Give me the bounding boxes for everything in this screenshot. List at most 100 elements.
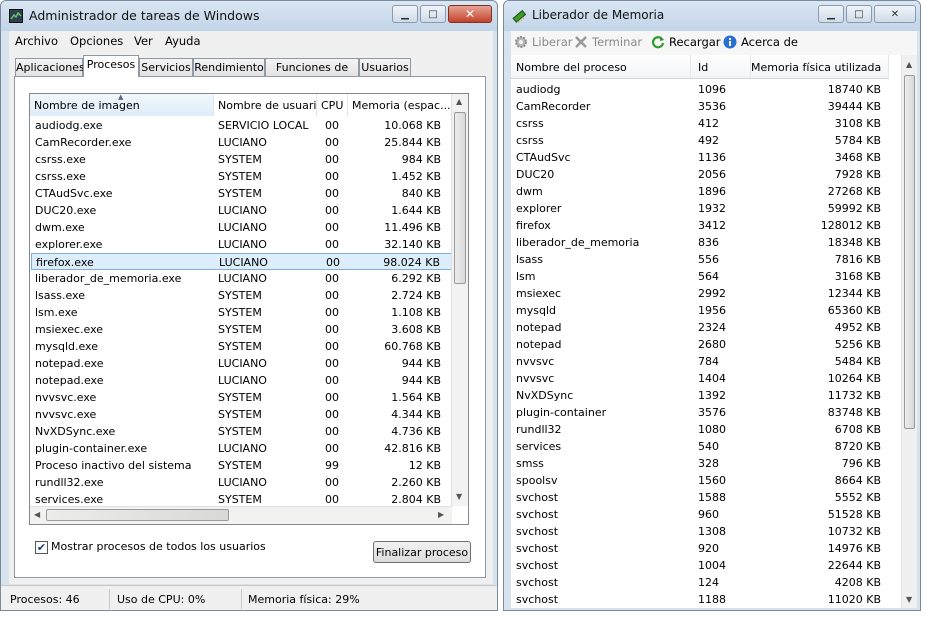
list-item[interactable]: svchost 1188 11020 KB [511,591,903,608]
table-row[interactable]: liberador_de_memoria.exe LUCIANO 00 6.292 K… [31,270,452,287]
list-item[interactable]: audiodg 1096 18740 KB [511,81,903,98]
maximize-button[interactable]: □ [420,5,446,23]
menu-ayuda[interactable]: Ayuda [165,34,201,48]
terminar-button[interactable]: Terminar [574,35,642,49]
tab-funciones-de-red[interactable]: Funciones de red [265,58,359,87]
list-item[interactable]: nvvsvc 784 5484 KB [511,353,903,370]
scroll-thumb[interactable] [454,112,466,284]
list-item[interactable]: lsm 564 3168 KB [511,268,903,285]
list-item[interactable]: notepad 2680 5256 KB [511,336,903,353]
show-all-users-checkbox[interactable]: ✔ [35,541,48,554]
tab-aplicaciones[interactable]: Aplicaciones [15,58,85,76]
column-header-image-name[interactable]: ▲ Nombre de imagen [30,94,214,116]
list-item[interactable]: rundll32 1080 6708 KB [511,421,903,438]
scroll-right-icon[interactable]: ▶ [438,510,444,519]
list-item[interactable]: liberador_de_memoria 836 18348 KB [511,234,903,251]
table-row[interactable]: lsm.exe SYSTEM 00 1.108 KB [31,304,452,321]
list-item[interactable]: notepad 2324 4952 KB [511,319,903,336]
list-item[interactable]: svchost 960 51528 KB [511,506,903,523]
table-row[interactable]: firefox.exe LUCIANO 00 98.024 KB [31,253,452,270]
column-header-process-name[interactable]: Nombre del proceso [511,55,691,79]
list-item[interactable]: svchost 124 4208 KB [511,574,903,591]
tab-servicios[interactable]: Servicios [139,58,193,76]
list-item[interactable]: dwm 1896 27268 KB [511,183,903,200]
table-row[interactable]: audiodg.exe SERVICIO LOCAL 00 10.068 KB [31,117,452,134]
minimize-button[interactable]: ▁ [818,5,844,23]
menu-archivo[interactable]: Archivo [15,34,58,48]
list-item[interactable]: mysqld 1956 65360 KB [511,302,903,319]
table-row[interactable]: nvvsvc.exe SYSTEM 00 4.344 KB [31,406,452,423]
list-item[interactable]: CamRecorder 3536 39444 KB [511,98,903,115]
table-row[interactable]: csrss.exe SYSTEM 00 1.452 KB [31,168,452,185]
list-item[interactable]: svchost 920 14976 KB [511,540,903,557]
list-item[interactable]: msiexec 2992 12344 KB [511,285,903,302]
column-header-cpu[interactable]: CPU [317,94,348,116]
list-item[interactable]: explorer 1932 59992 KB [511,200,903,217]
list-item[interactable]: lsass 556 7816 KB [511,251,903,268]
vertical-scrollbar[interactable]: ▲ ▼ [451,94,468,506]
scroll-down-icon[interactable]: ▼ [906,595,912,604]
scroll-down-icon[interactable]: ▼ [456,492,462,501]
table-row[interactable]: Proceso inactivo del sistema SYSTEM 99 12 K… [31,457,452,474]
hscroll-thumb[interactable] [46,509,229,521]
list-item[interactable]: DUC20 2056 7928 KB [511,166,903,183]
horizontal-scrollbar[interactable]: ◀ ▶ [30,506,452,524]
recargar-button[interactable]: Recargar [651,35,721,49]
table-row[interactable]: nvvsvc.exe SYSTEM 00 1.564 KB [31,389,452,406]
close-button[interactable]: ✕ [874,5,916,23]
list-item[interactable]: svchost 1588 5552 KB [511,489,903,506]
list-item[interactable]: NvXDSync 1392 11732 KB [511,387,903,404]
table-row[interactable]: lsass.exe SYSTEM 00 2.724 KB [31,287,452,304]
process-listview[interactable]: Nombre del proceso Id Memoria física uti… [511,55,917,608]
scroll-up-icon[interactable]: ▲ [906,60,912,69]
column-header-id[interactable]: Id [691,55,751,79]
cell-image-name: mysqld.exe [35,340,98,353]
close-button[interactable]: ✕ [448,5,492,23]
scroll-thumb[interactable] [904,75,915,429]
acerca-de-button[interactable]: Acerca de [723,35,798,49]
liberar-button[interactable]: Liberar [514,35,572,49]
list-item[interactable]: nvvsvc 1404 10264 KB [511,370,903,387]
column-header-user-name[interactable]: Nombre de usuario [214,94,317,116]
table-row[interactable]: CTAudSvc.exe SYSTEM 00 840 KB [31,185,452,202]
table-row[interactable]: explorer.exe LUCIANO 00 32.140 KB [31,236,452,253]
list-item[interactable]: csrss 412 3108 KB [511,115,903,132]
scroll-left-icon[interactable]: ◀ [34,510,40,519]
cell-id: 1896 [698,185,726,198]
list-item[interactable]: CTAudSvc 1136 3468 KB [511,149,903,166]
table-row[interactable]: DUC20.exe LUCIANO 00 1.644 KB [31,202,452,219]
process-list[interactable]: ▲ Nombre de imagen Nombre de usuario CPU… [29,93,469,525]
vertical-scrollbar[interactable]: ▲ ▼ [901,55,917,608]
table-row[interactable]: csrss.exe SYSTEM 00 984 KB [31,151,452,168]
table-row[interactable]: mysqld.exe SYSTEM 00 60.768 KB [31,338,452,355]
title-bar[interactable]: Liberador de Memoria ▁ □ ✕ [504,1,920,31]
end-process-button[interactable]: Finalizar proceso [373,541,471,563]
menu-opciones[interactable]: Opciones [70,34,123,48]
table-row[interactable]: plugin-container.exe LUCIANO 00 42.816 KB [31,440,452,457]
table-row[interactable]: CamRecorder.exe LUCIANO 00 25.844 KB [31,134,452,151]
list-item[interactable]: services 540 8720 KB [511,438,903,455]
table-row[interactable]: rundll32.exe LUCIANO 00 2.260 KB [31,474,452,491]
title-bar[interactable]: Administrador de tareas de Windows ▁ □ ✕ [1,1,497,31]
column-header-physical-memory[interactable]: Memoria física utilizada [751,55,889,79]
table-row[interactable]: notepad.exe LUCIANO 00 944 KB [31,355,452,372]
tab-procesos[interactable]: Procesos [83,55,139,77]
scroll-up-icon[interactable]: ▲ [456,97,462,106]
tab-rendimiento[interactable]: Rendimiento [193,58,265,76]
table-row[interactable]: NvXDSync.exe SYSTEM 00 4.736 KB [31,423,452,440]
table-row[interactable]: notepad.exe LUCIANO 00 944 KB [31,372,452,389]
list-item[interactable]: plugin-container 3576 83748 KB [511,404,903,421]
table-row[interactable]: msiexec.exe SYSTEM 00 3.608 KB [31,321,452,338]
column-header-memory[interactable]: Memoria (espac... [348,94,452,116]
minimize-button[interactable]: ▁ [392,5,418,23]
list-item[interactable]: smss 328 796 KB [511,455,903,472]
menu-ver[interactable]: Ver [134,34,153,48]
list-item[interactable]: spoolsv 1560 8664 KB [511,472,903,489]
list-item[interactable]: svchost 1004 22644 KB [511,557,903,574]
list-item[interactable]: svchost 1308 10732 KB [511,523,903,540]
list-item[interactable]: csrss 492 5784 KB [511,132,903,149]
table-row[interactable]: dwm.exe LUCIANO 00 11.496 KB [31,219,452,236]
list-item[interactable]: firefox 3412 128012 KB [511,217,903,234]
maximize-button[interactable]: □ [846,5,872,23]
tab-usuarios[interactable]: Usuarios [359,58,411,76]
